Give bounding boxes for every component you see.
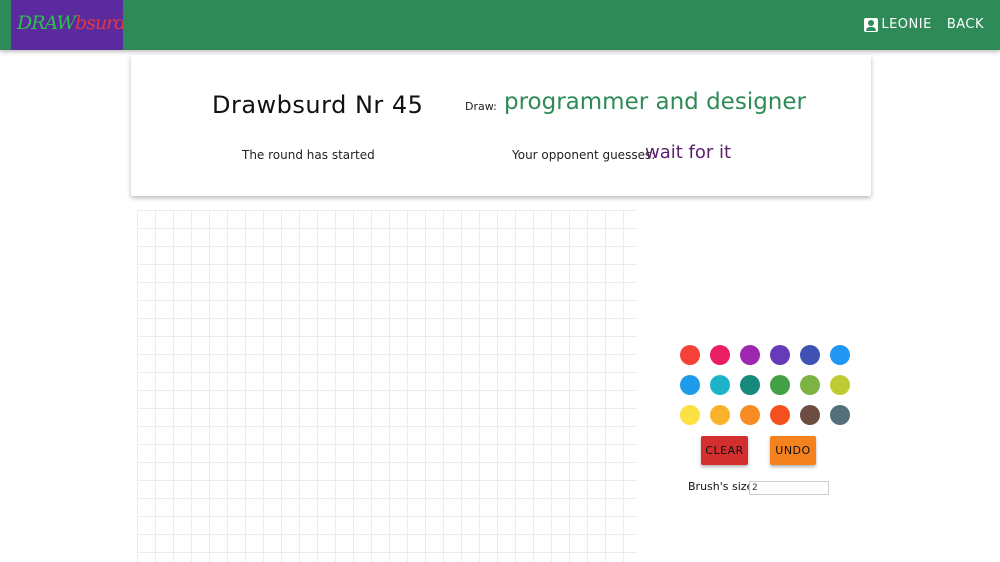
nav-links: LEONIE BACK — [864, 17, 984, 32]
user-name: LEONIE — [881, 17, 932, 32]
opponent-guess: wait for it — [645, 142, 732, 163]
back-link[interactable]: BACK — [947, 17, 984, 32]
top-navbar: DRAWbsurd LEONIE BACK — [0, 0, 1000, 50]
color-swatch[interactable] — [770, 375, 790, 395]
logo-wordmark: DRAWbsurd — [17, 12, 123, 34]
color-swatch[interactable] — [740, 405, 760, 425]
game-title: Drawbsurd Nr 45 — [212, 91, 424, 119]
color-swatch[interactable] — [740, 345, 760, 365]
color-swatch[interactable] — [770, 405, 790, 425]
brush-size-label: Brush's size — [688, 480, 754, 493]
color-swatch[interactable] — [770, 345, 790, 365]
color-swatch[interactable] — [800, 405, 820, 425]
color-swatch[interactable] — [830, 345, 850, 365]
app-logo[interactable]: DRAWbsurd — [11, 0, 123, 50]
color-palette — [680, 345, 856, 425]
brush-size-input[interactable] — [749, 481, 829, 495]
round-status: The round has started — [242, 148, 375, 162]
color-swatch[interactable] — [800, 345, 820, 365]
drawing-canvas[interactable] — [137, 210, 637, 562]
user-profile-link[interactable]: LEONIE — [864, 17, 931, 32]
color-swatch[interactable] — [710, 405, 730, 425]
color-swatch[interactable] — [740, 375, 760, 395]
color-swatch[interactable] — [680, 405, 700, 425]
color-swatch[interactable] — [830, 405, 850, 425]
color-swatch[interactable] — [710, 375, 730, 395]
opponent-guess-label: Your opponent guesses: — [512, 148, 656, 162]
draw-label: Draw: — [465, 100, 497, 113]
clear-button[interactable]: CLEAR — [701, 436, 748, 465]
draw-word: programmer and designer — [504, 89, 806, 115]
account-box-icon — [864, 17, 879, 32]
color-swatch[interactable] — [830, 375, 850, 395]
color-swatch[interactable] — [800, 375, 820, 395]
round-info-card: Drawbsurd Nr 45 The round has started Dr… — [131, 55, 871, 196]
color-swatch[interactable] — [680, 345, 700, 365]
undo-button[interactable]: UNDO — [770, 436, 816, 465]
color-swatch[interactable] — [680, 375, 700, 395]
color-swatch[interactable] — [710, 345, 730, 365]
